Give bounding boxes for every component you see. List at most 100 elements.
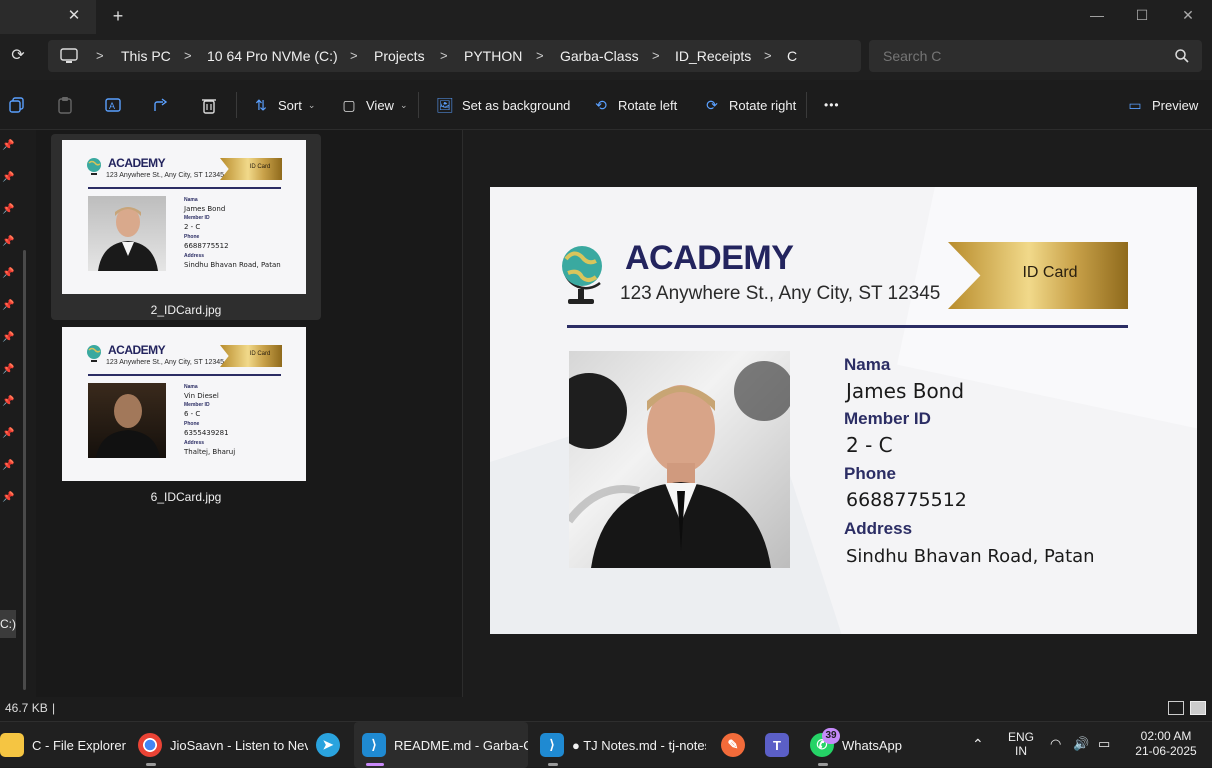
chevron-right-icon[interactable]: > — [536, 40, 544, 72]
rotate-left-button[interactable]: ⟲ Rotate left — [592, 93, 677, 117]
pin-icon[interactable]: 📌 — [2, 204, 14, 216]
command-bar: A ⇅ Sort ⌄ ▢ View ⌄ 🖼 Set as background … — [0, 80, 1212, 130]
nav-scrollbar[interactable] — [23, 250, 26, 690]
navigation-pane: 📌 📌 📌 📌 📌 📌 📌 📌 📌 📌 📌 📌 C:) — [0, 130, 36, 697]
more-options-button[interactable]: ••• — [824, 93, 840, 117]
copy-icon[interactable] — [8, 96, 26, 114]
pin-icon[interactable]: 📌 — [2, 492, 14, 504]
breadcrumb-drive[interactable]: 10 64 Pro NVMe (C:) — [207, 40, 338, 72]
thumb-value-name: James Bond — [184, 205, 226, 213]
pin-icon[interactable]: 📌 — [2, 172, 14, 184]
thumb-label-address: Address — [184, 253, 205, 259]
rotate-left-label: Rotate left — [618, 97, 678, 113]
taskbar-postman[interactable]: ✎ — [721, 722, 751, 768]
view-button[interactable]: ▢ View ⌄ — [340, 93, 407, 117]
chevron-right-icon[interactable]: > — [184, 40, 192, 72]
set-as-background-label: Set as background — [462, 97, 571, 113]
monitor-icon — [60, 48, 78, 63]
thumb-divider — [88, 187, 281, 189]
preview-pane-button[interactable]: ▭ Preview — [1126, 93, 1198, 117]
value-name: James Bond — [846, 379, 965, 403]
chevron-right-icon[interactable]: > — [440, 40, 448, 72]
pin-icon[interactable]: 📌 — [2, 460, 14, 472]
address-bar[interactable]: > This PC > 10 64 Pro NVMe (C:) > Projec… — [48, 40, 861, 72]
vscode-icon: ⟩ — [362, 733, 386, 757]
card-divider — [567, 325, 1128, 328]
breadcrumb-garba-class[interactable]: Garba-Class — [560, 40, 639, 72]
pin-icon[interactable]: 📌 — [2, 332, 14, 344]
chevron-right-icon[interactable]: > — [350, 40, 358, 72]
refresh-icon[interactable]: ⟳ — [8, 46, 28, 66]
pin-icon[interactable]: 📌 — [2, 396, 14, 408]
breadcrumb-python[interactable]: PYTHON — [464, 40, 522, 72]
thumb-label-address: Address — [184, 440, 205, 446]
clock-time: 02:00 AM — [1140, 729, 1192, 743]
thumbnail-image: ACADEMY 123 Anywhere St., Any City, ST 1… — [62, 327, 306, 481]
breadcrumb-id-receipts[interactable]: ID_Receipts — [675, 40, 751, 72]
ribbon-text: ID Card — [1022, 264, 1078, 281]
taskbar-vscode-tj-notes[interactable]: ⟩ ● TJ Notes.md - tj-notes — [540, 722, 706, 768]
card-brand: ACADEMY — [625, 239, 794, 277]
chevron-right-icon[interactable]: > — [652, 40, 660, 72]
id-card-preview: ACADEMY 123 Anywhere St., Any City, ST 1… — [490, 187, 1197, 634]
running-indicator — [146, 763, 156, 766]
rotate-right-button[interactable]: ⟳ Rotate right — [703, 93, 796, 117]
language-bottom: IN — [1015, 744, 1027, 758]
chevron-up-icon[interactable]: ⌃ — [972, 736, 984, 753]
delete-icon[interactable] — [200, 96, 218, 114]
postman-icon: ✎ — [721, 733, 745, 757]
thumb-divider — [88, 374, 281, 376]
teams-icon: T — [765, 733, 789, 757]
nav-item-drive[interactable]: C:) — [0, 610, 16, 638]
pin-icon[interactable]: 📌 — [2, 300, 14, 312]
taskbar-telegram[interactable]: ➤ — [316, 722, 346, 768]
set-as-background-button[interactable]: 🖼 Set as background — [436, 93, 570, 117]
sort-button[interactable]: ⇅ Sort ⌄ — [252, 93, 315, 117]
preview-label: Preview — [1152, 97, 1199, 113]
large-icons-view-icon[interactable] — [1190, 701, 1206, 715]
pin-icon[interactable]: 📌 — [2, 364, 14, 376]
pin-icon[interactable]: 📌 — [2, 268, 14, 280]
taskbar-label: ● TJ Notes.md - tj-notes — [572, 737, 706, 753]
thumb-label-name: Nama — [184, 384, 198, 390]
paste-icon[interactable] — [56, 96, 74, 114]
close-window-icon[interactable]: ✕ — [1176, 4, 1200, 26]
rename-icon[interactable]: A — [104, 96, 122, 114]
taskbar-file-explorer[interactable]: C - File Explorer — [0, 722, 130, 768]
file-item-6-idcard[interactable]: ACADEMY 123 Anywhere St., Any City, ST 1… — [51, 321, 321, 507]
file-item-2-idcard[interactable]: ACADEMY 123 Anywhere St., Any City, ST 1… — [51, 134, 321, 320]
sort-label: Sort — [278, 97, 302, 113]
taskbar-vscode-readme[interactable]: ⟩ README.md - Garba-Cl — [354, 722, 528, 768]
share-icon[interactable] — [152, 96, 170, 114]
tab-close-icon[interactable]: ✕ — [64, 6, 84, 26]
thumb-address-line: 123 Anywhere St., Any City, ST 12345 — [106, 359, 225, 366]
thumb-ribbon-text: ID Card — [249, 164, 271, 170]
search-icon[interactable] — [1174, 48, 1190, 64]
breadcrumb-projects[interactable]: Projects — [374, 40, 425, 72]
wifi-icon[interactable]: ◠ — [1050, 736, 1061, 752]
pin-icon[interactable]: 📌 — [2, 428, 14, 440]
clock[interactable]: 02:00 AM 21-06-2025 — [1128, 729, 1204, 759]
vscode-icon: ⟩ — [540, 733, 564, 757]
thumb-brand: ACADEMY — [108, 156, 166, 170]
taskbar-teams[interactable]: T — [765, 722, 795, 768]
pin-icon[interactable]: 📌 — [2, 140, 14, 152]
breadcrumb-this-pc[interactable]: This PC — [121, 40, 171, 72]
breadcrumb-c[interactable]: C — [787, 40, 797, 72]
tab-current[interactable]: ✕ — [0, 0, 96, 34]
battery-icon[interactable]: ▭ — [1098, 736, 1110, 752]
search-input[interactable] — [883, 40, 1163, 72]
details-view-icon[interactable] — [1168, 701, 1184, 715]
thumb-photo — [88, 196, 166, 271]
minimize-icon[interactable]: — — [1085, 4, 1109, 26]
chevron-right-icon[interactable]: > — [96, 40, 104, 72]
taskbar-chrome-jiosaavn[interactable]: JioSaavn - Listen to Nev — [138, 722, 308, 768]
view-label: View — [366, 97, 394, 113]
pin-icon[interactable]: 📌 — [2, 236, 14, 248]
new-tab-icon[interactable]: + — [108, 6, 128, 26]
maximize-icon[interactable]: ☐ — [1130, 4, 1154, 26]
search-box[interactable] — [869, 40, 1202, 72]
chevron-right-icon[interactable]: > — [764, 40, 772, 72]
language-indicator[interactable]: ENG IN — [1006, 730, 1036, 758]
volume-icon[interactable]: 🔊 — [1073, 736, 1089, 752]
